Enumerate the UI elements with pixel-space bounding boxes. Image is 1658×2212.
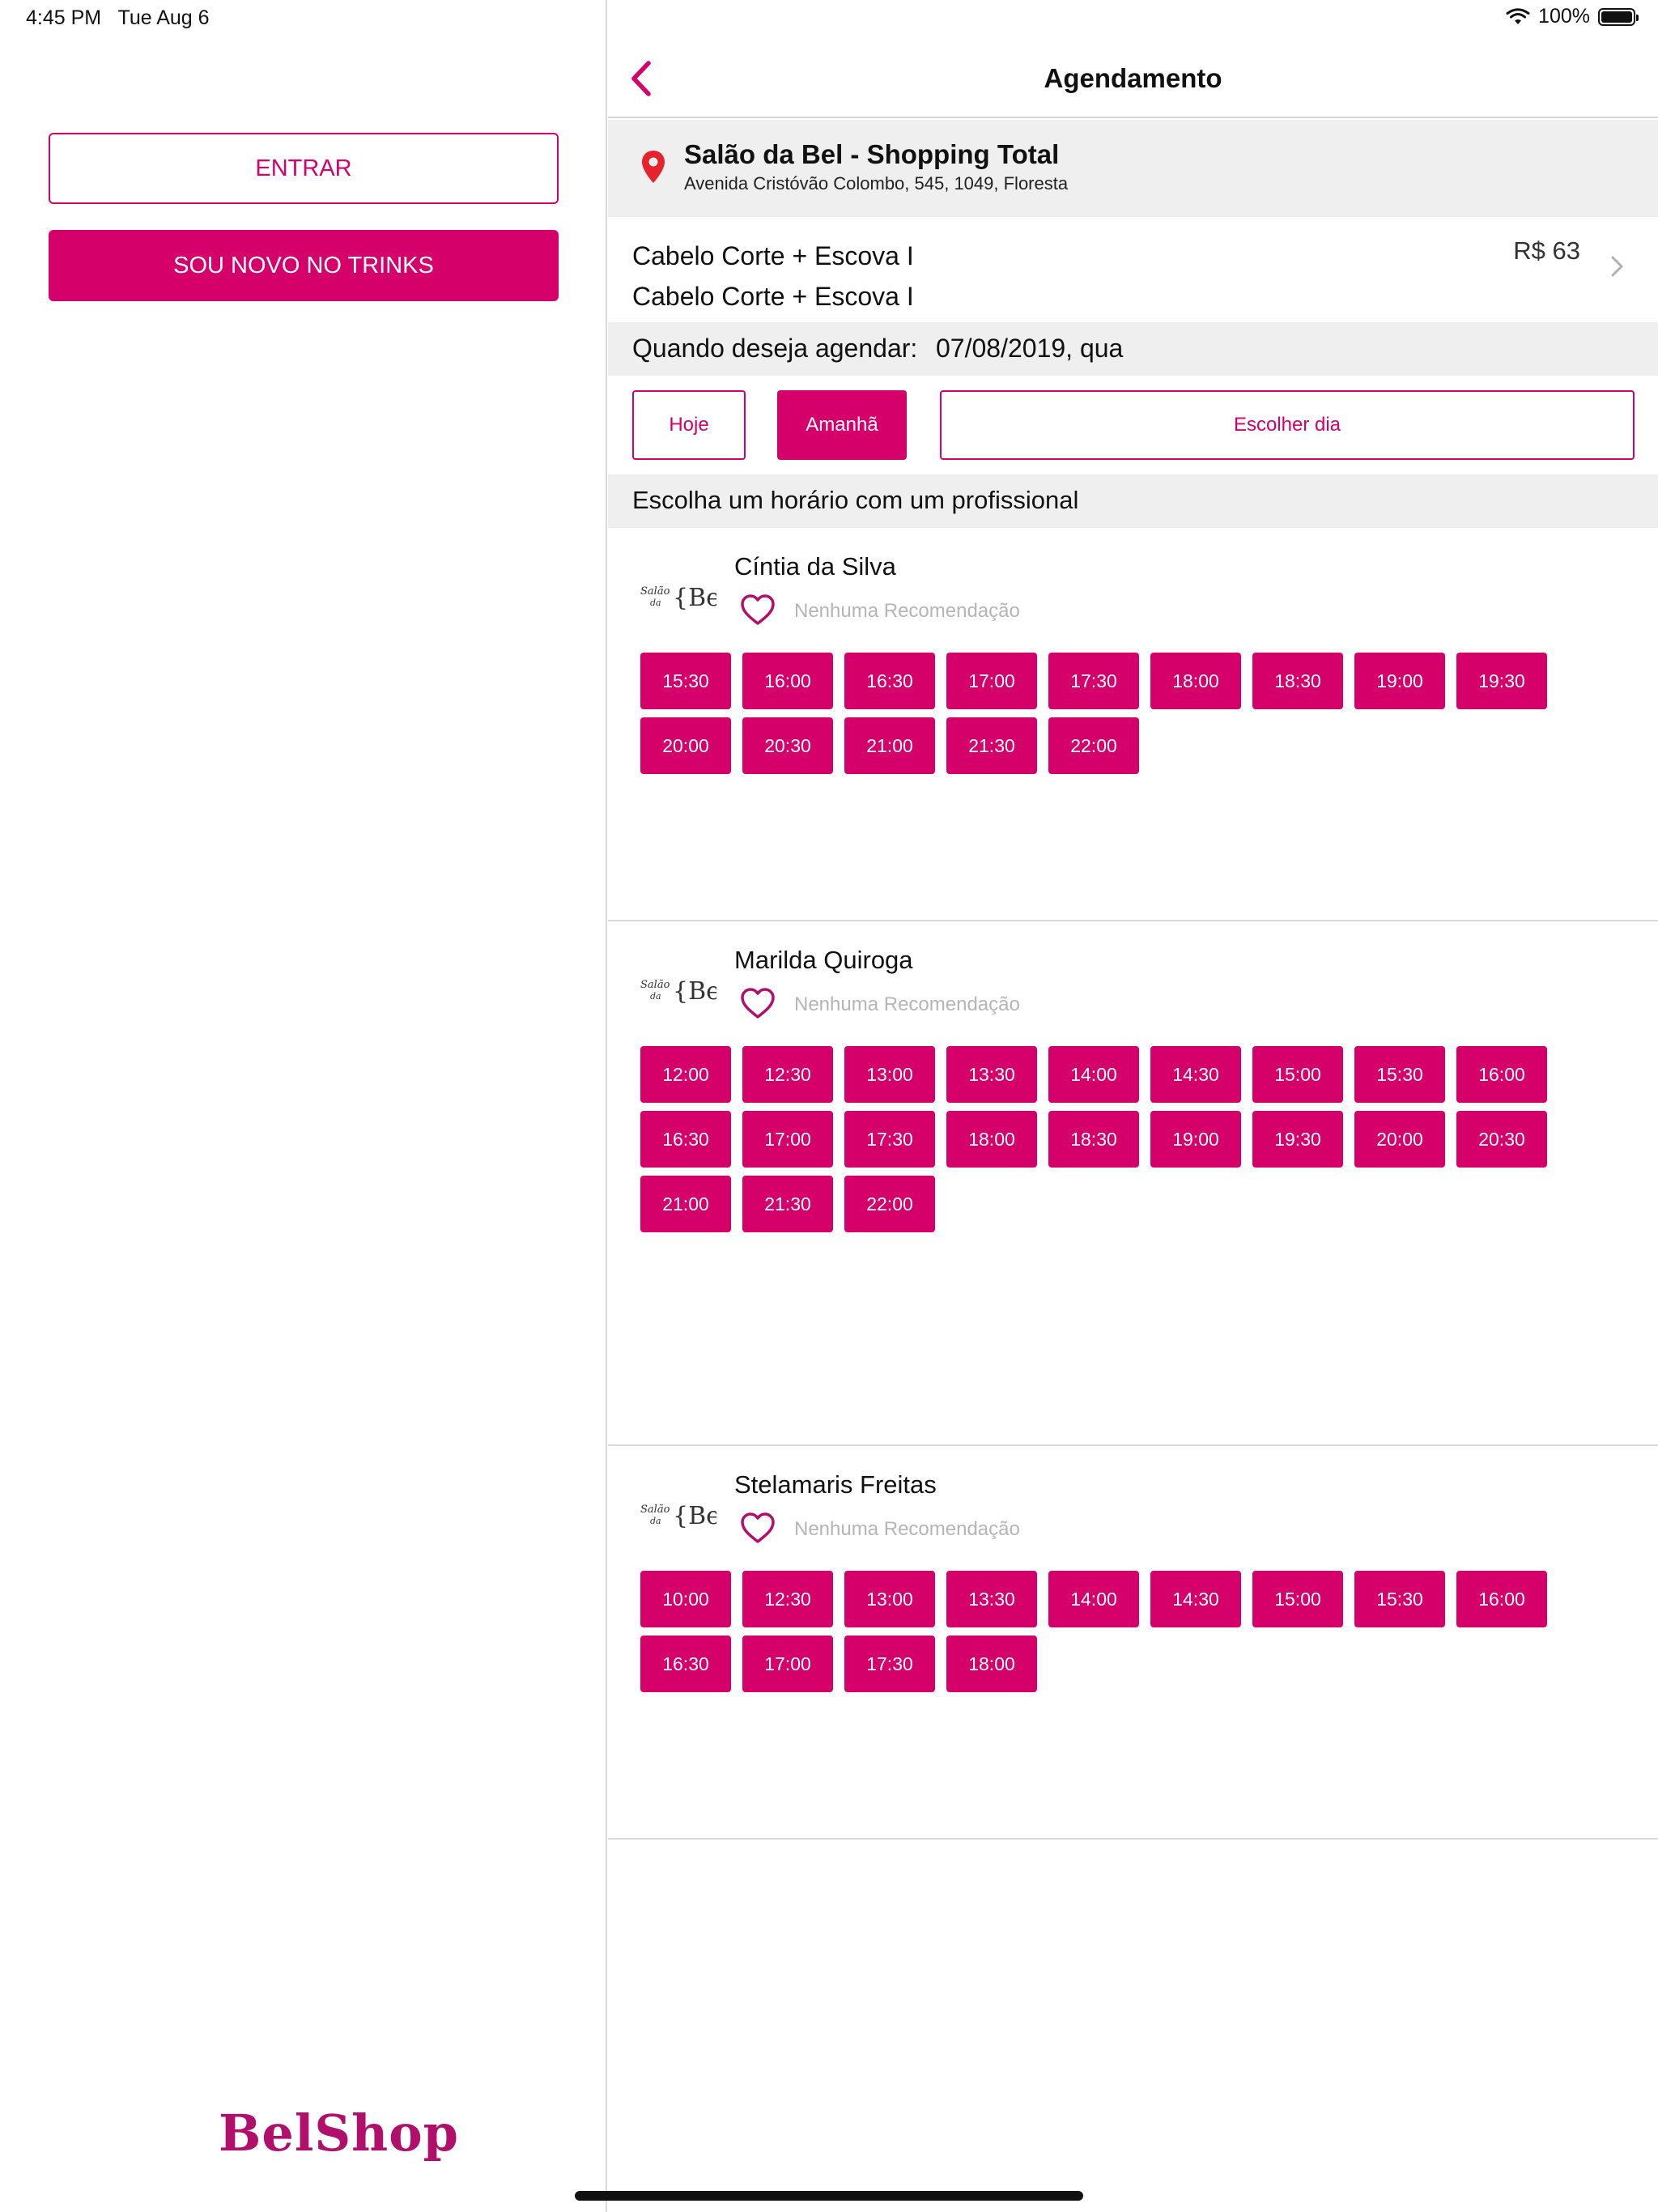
time-slot-button[interactable]: 10:00 — [640, 1571, 731, 1627]
left-panel: ENTRAR SOU NOVO NO TRINKS BelShop — [0, 0, 607, 2212]
time-slot-button[interactable]: 13:00 — [844, 1046, 935, 1103]
professional-card: Salão da {Bel Cíntia da Silva Nenhuma Re… — [608, 528, 1658, 921]
time-slot-button[interactable]: 14:30 — [1150, 1046, 1241, 1103]
svg-text:da: da — [650, 1516, 661, 1526]
time-slot-button[interactable]: 16:30 — [844, 653, 935, 709]
professional-name: Cíntia da Silva — [734, 552, 896, 581]
salon-name: Salão da Bel - Shopping Total — [684, 139, 1060, 169]
heart-icon[interactable] — [739, 986, 776, 1020]
svg-text:da: da — [650, 991, 661, 1002]
svg-text:da: da — [650, 598, 661, 608]
recommendation-text: Nenhuma Recomendação — [794, 993, 1020, 1015]
time-slot-button[interactable]: 17:00 — [742, 1636, 833, 1692]
date-label: Quando deseja agendar: — [632, 334, 918, 363]
time-slot-button[interactable]: 22:00 — [1048, 717, 1139, 774]
time-slot-button[interactable]: 15:30 — [1354, 1571, 1445, 1627]
service-row[interactable]: Cabelo Corte + Escova I Cabelo Corte + E… — [608, 217, 1658, 322]
time-slot-button[interactable]: 18:30 — [1048, 1111, 1139, 1168]
svg-text:{Bel: {Bel — [673, 1502, 716, 1530]
home-indicator[interactable] — [575, 2191, 1083, 2201]
choose-day-button[interactable]: Escolher dia — [940, 390, 1635, 460]
time-slot-button[interactable]: 19:30 — [1252, 1111, 1343, 1168]
nav-bar: Agendamento — [608, 39, 1658, 118]
heart-icon[interactable] — [739, 1511, 776, 1545]
time-slot-button[interactable]: 17:00 — [742, 1111, 833, 1168]
booking-panel: Agendamento Salão da Bel - Shopping Tota… — [608, 0, 1658, 2212]
professional-name: Stelamaris Freitas — [734, 1470, 937, 1499]
date-value: 07/08/2019, qua — [936, 334, 1124, 363]
professionals-header-text: Escolha um horário com um profissional — [632, 486, 1079, 514]
chevron-right-icon — [1611, 256, 1623, 277]
service-name: Cabelo Corte + Escova I — [632, 241, 914, 270]
professional-name: Marilda Quiroga — [734, 946, 913, 974]
time-slot-button[interactable]: 15:30 — [1354, 1046, 1445, 1103]
professionals-header: Escolha um horário com um profissional — [608, 474, 1658, 528]
time-slot-button[interactable]: 16:00 — [1456, 1046, 1547, 1103]
time-slot-button[interactable]: 14:30 — [1150, 1571, 1241, 1627]
time-slot-button[interactable]: 12:30 — [742, 1571, 833, 1627]
time-slot-button[interactable]: 20:00 — [640, 717, 731, 774]
signup-button[interactable]: SOU NOVO NO TRINKS — [49, 230, 559, 301]
page-title: Agendamento — [1044, 63, 1222, 93]
svg-text:Salão: Salão — [640, 979, 670, 991]
time-slot-button[interactable]: 12:30 — [742, 1046, 833, 1103]
time-slot-button[interactable]: 22:00 — [844, 1176, 935, 1232]
date-selection: Quando deseja agendar: 07/08/2019, qua — [608, 322, 1658, 376]
time-slot-button[interactable]: 19:00 — [1150, 1111, 1241, 1168]
time-slot-button[interactable]: 12:00 — [640, 1046, 731, 1103]
time-slot-button[interactable]: 15:00 — [1252, 1046, 1343, 1103]
service-description: Cabelo Corte + Escova I — [632, 282, 914, 311]
time-slot-button[interactable]: 13:30 — [946, 1571, 1037, 1627]
time-slot-button[interactable]: 17:00 — [946, 653, 1037, 709]
time-slot-button[interactable]: 15:00 — [1252, 1571, 1343, 1627]
svg-text:Salão: Salão — [640, 1504, 670, 1516]
time-slot-button[interactable]: 18:00 — [946, 1111, 1037, 1168]
salon-logo-icon: Salão da {Bel — [640, 977, 716, 1006]
salon-info: Salão da Bel - Shopping Total Avenida Cr… — [608, 120, 1658, 217]
time-slot-button[interactable]: 16:30 — [640, 1111, 731, 1168]
salon-logo-icon: Salão da {Bel — [640, 584, 716, 612]
time-slot-button[interactable]: 16:30 — [640, 1636, 731, 1692]
time-slot-button[interactable]: 16:00 — [742, 653, 833, 709]
svg-text:{Bel: {Bel — [673, 584, 716, 612]
time-slot-button[interactable]: 16:00 — [1456, 1571, 1547, 1627]
time-slot-button[interactable]: 14:00 — [1048, 1046, 1139, 1103]
time-slot-button[interactable]: 13:30 — [946, 1046, 1037, 1103]
time-slot-button[interactable]: 19:30 — [1456, 653, 1547, 709]
salon-logo-icon: Salão da {Bel — [640, 1502, 716, 1530]
recommendation-text: Nenhuma Recomendação — [794, 600, 1020, 622]
time-slot-button[interactable]: 17:30 — [844, 1636, 935, 1692]
professional-card: Salão da {Bel Stelamaris Freitas Nenhuma… — [608, 1446, 1658, 1840]
heart-icon[interactable] — [739, 593, 776, 627]
brand-logo: BelShop — [219, 2104, 459, 2163]
professional-card: Salão da {Bel Marilda Quiroga Nenhuma Re… — [608, 921, 1658, 1446]
salon-address: Avenida Cristóvão Colombo, 545, 1049, Fl… — [684, 173, 1069, 194]
time-slot-button[interactable]: 18:00 — [1150, 653, 1241, 709]
time-slot-button[interactable]: 19:00 — [1354, 653, 1445, 709]
svg-text:{Bel: {Bel — [673, 977, 716, 1006]
time-slot-button[interactable]: 18:00 — [946, 1636, 1037, 1692]
time-slot-button[interactable]: 20:30 — [742, 717, 833, 774]
time-slot-button[interactable]: 20:30 — [1456, 1111, 1547, 1168]
login-button[interactable]: ENTRAR — [49, 133, 559, 204]
time-slot-button[interactable]: 21:00 — [844, 717, 935, 774]
location-pin-icon — [642, 151, 665, 183]
time-slot-button[interactable]: 20:00 — [1354, 1111, 1445, 1168]
time-slot-button[interactable]: 21:30 — [946, 717, 1037, 774]
recommendation-text: Nenhuma Recomendação — [794, 1518, 1020, 1540]
time-slot-button[interactable]: 17:30 — [844, 1111, 935, 1168]
time-slot-button[interactable]: 18:30 — [1252, 653, 1343, 709]
time-slot-button[interactable]: 13:00 — [844, 1571, 935, 1627]
time-slot-button[interactable]: 15:30 — [640, 653, 731, 709]
tomorrow-button[interactable]: Amanhã — [777, 390, 907, 460]
time-slot-button[interactable]: 14:00 — [1048, 1571, 1139, 1627]
time-slot-button[interactable]: 21:00 — [640, 1176, 731, 1232]
service-price: R$ 63 — [1513, 236, 1580, 265]
svg-text:Salão: Salão — [640, 585, 670, 598]
time-slot-button[interactable]: 21:30 — [742, 1176, 833, 1232]
today-button[interactable]: Hoje — [632, 390, 746, 460]
time-slot-button[interactable]: 17:30 — [1048, 653, 1139, 709]
